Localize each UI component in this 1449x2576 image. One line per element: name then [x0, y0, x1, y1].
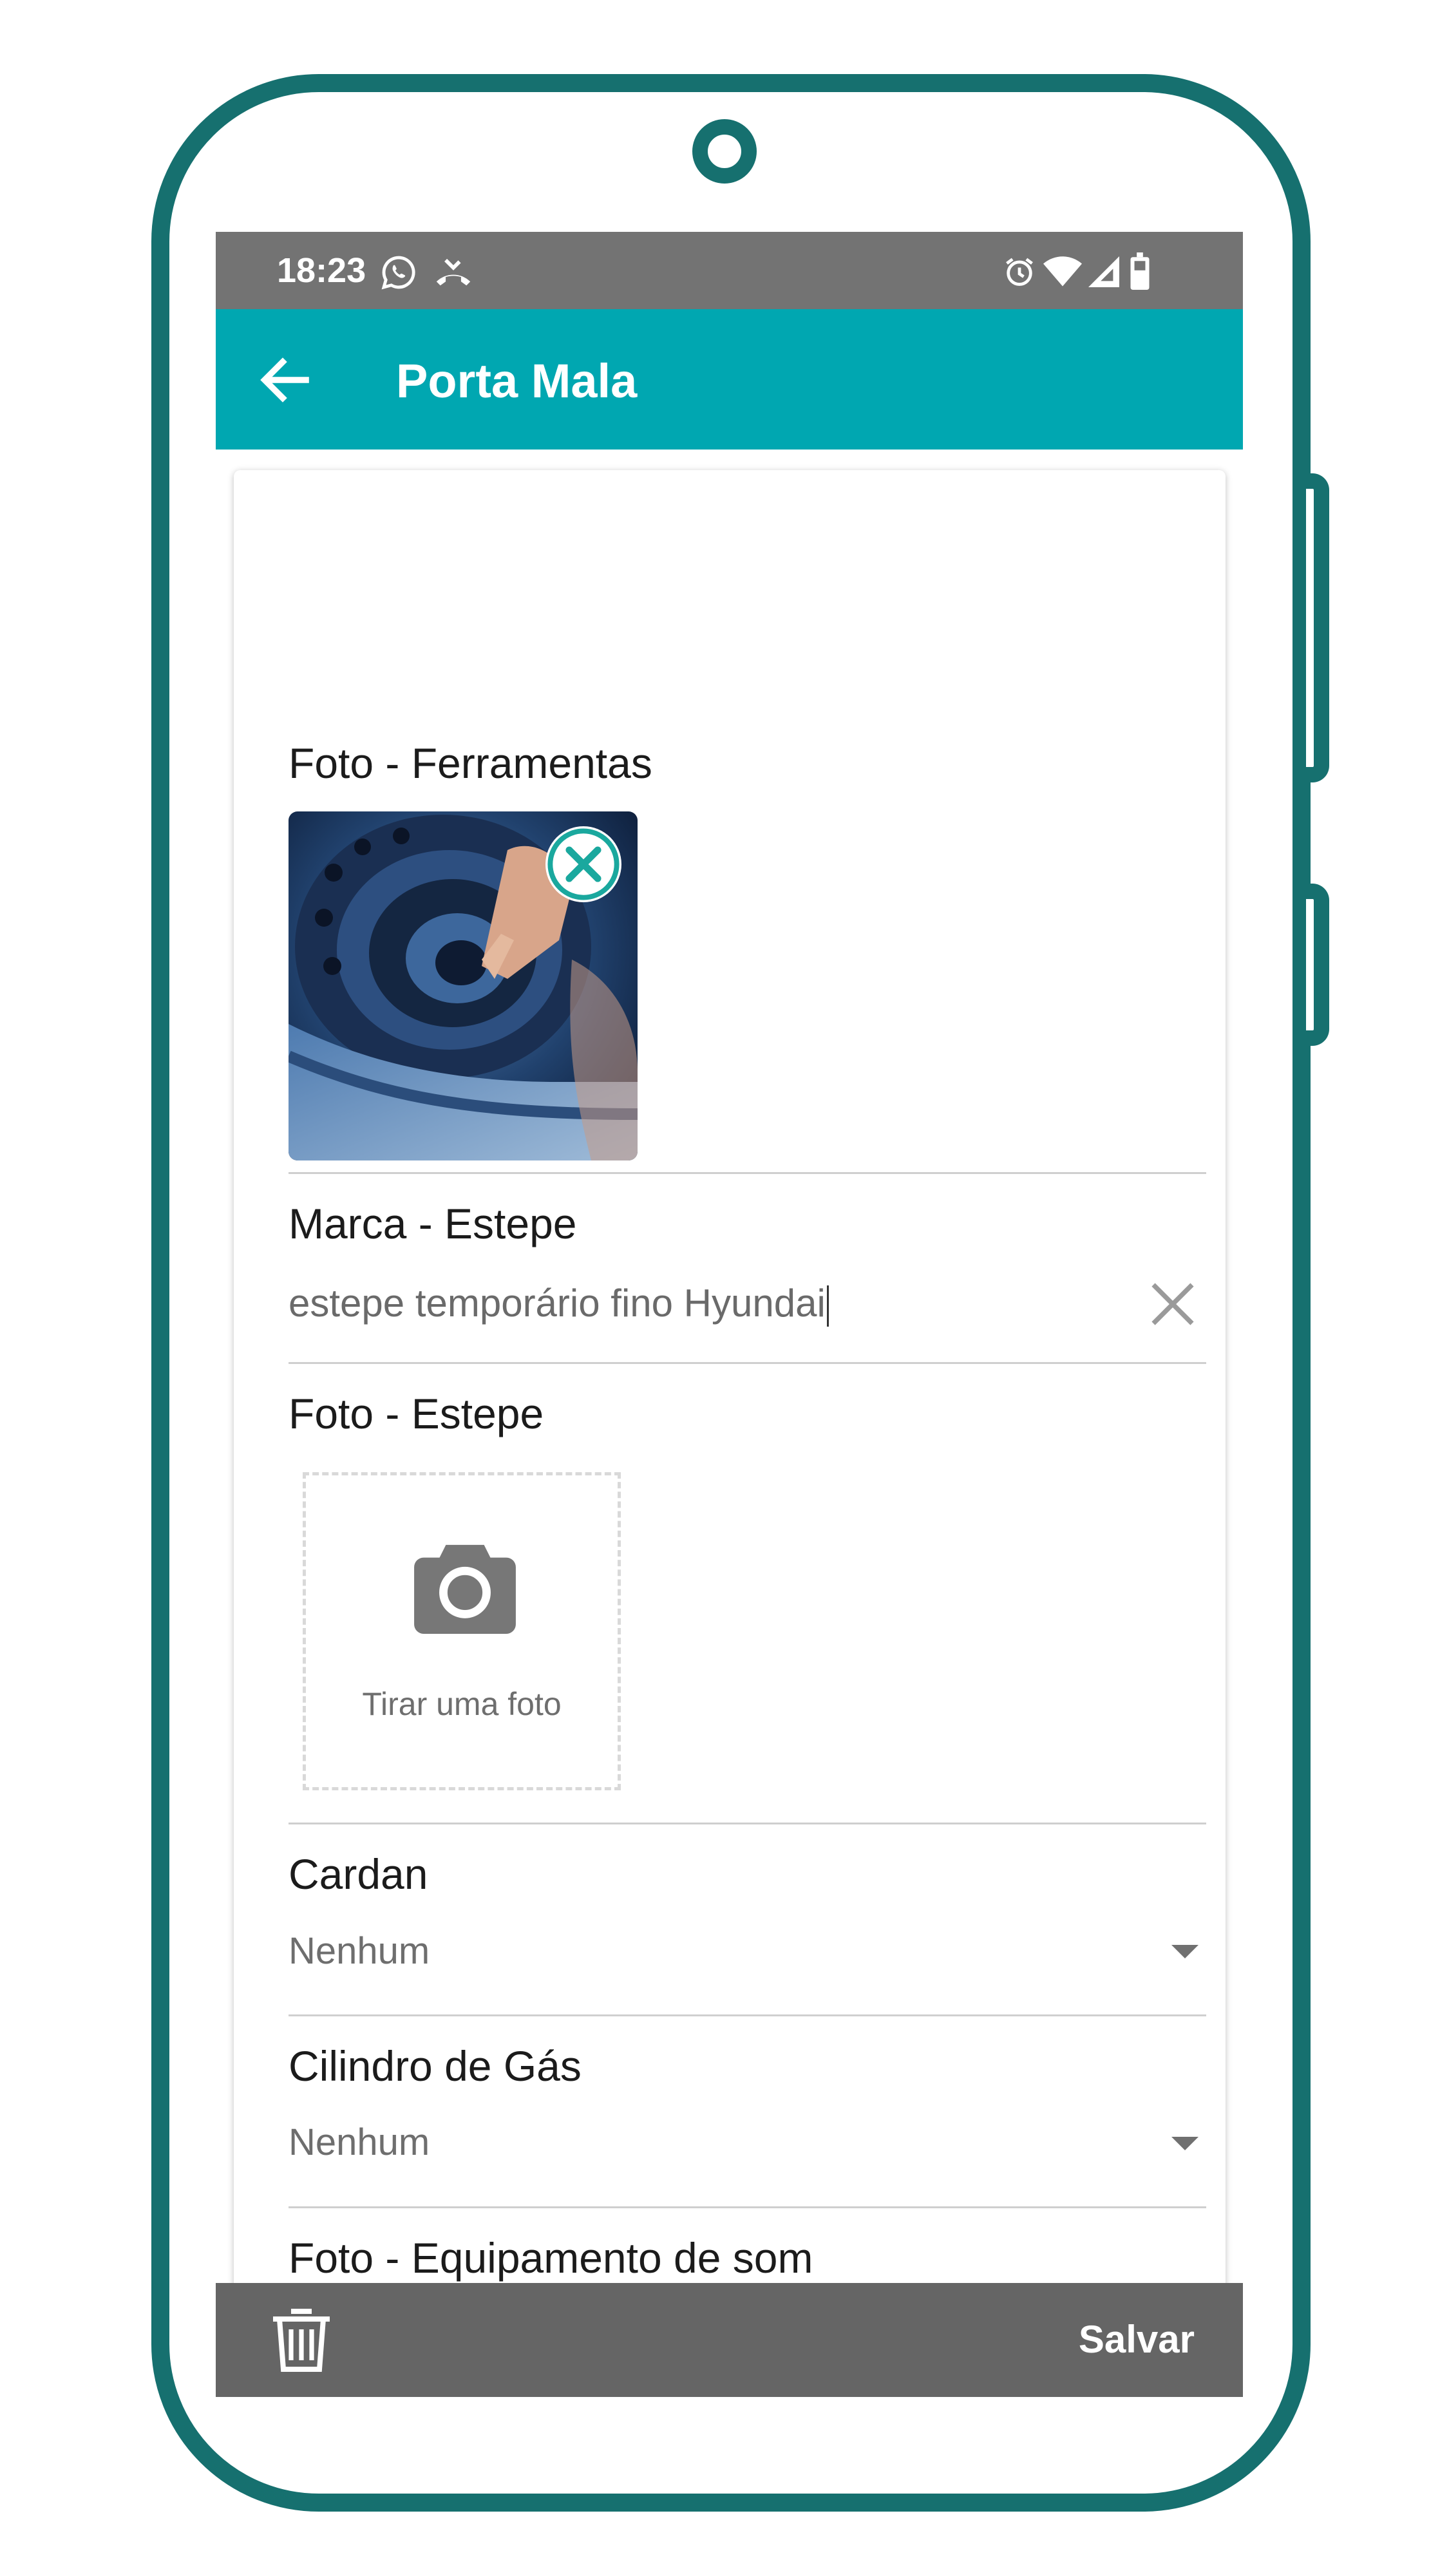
divider	[289, 2014, 1206, 2016]
gas-cylinder-label: Cilindro de Gás	[289, 2042, 582, 2090]
camera-icon	[414, 1544, 516, 1634]
spare-brand-value: estepe temporário fino Hyundai	[289, 1282, 826, 1325]
take-photo-label: Tirar uma foto	[362, 1686, 562, 1722]
chevron-down-icon[interactable]	[1171, 1945, 1198, 1958]
form-card: Foto - Ferramentas Marca - Estepe estepe…	[234, 470, 1226, 2397]
photo-spare-label: Foto - Estepe	[289, 1390, 544, 1437]
whatsapp-icon	[381, 256, 415, 290]
back-arrow-icon[interactable]	[254, 349, 316, 411]
divider	[289, 1362, 1206, 1364]
photo-tools-label: Foto - Ferramentas	[289, 739, 652, 787]
photo-sound-label: Foto - Equipamento de som	[289, 2234, 813, 2282]
cardan-select[interactable]: Nenhum	[289, 1929, 430, 1974]
missed-call-icon	[436, 258, 471, 286]
clear-icon[interactable]	[1147, 1278, 1198, 1330]
divider	[289, 1172, 1206, 1174]
divider	[289, 1823, 1206, 1824]
chevron-down-icon[interactable]	[1171, 2137, 1198, 2150]
app-bar: Porta Mala	[216, 309, 1243, 450]
power-button	[1306, 884, 1329, 1046]
cardan-label: Cardan	[289, 1850, 428, 1898]
gas-cylinder-select[interactable]: Nenhum	[289, 2120, 430, 2165]
text-caret	[826, 1285, 829, 1327]
status-bar: 18:23	[216, 232, 1243, 309]
volume-button	[1306, 473, 1329, 782]
signal-icon	[1088, 256, 1119, 287]
alarm-icon	[1006, 258, 1033, 286]
front-camera	[692, 119, 757, 184]
save-button[interactable]: Salvar	[1079, 2316, 1195, 2363]
bottom-action-bar: Salvar	[216, 2283, 1243, 2397]
take-photo-spare-button[interactable]: Tirar uma foto	[303, 1472, 621, 1790]
page-title: Porta Mala	[396, 354, 638, 408]
phone-screen: 18:23 Porta Mala Foto - Ferramentas Marc…	[216, 232, 1243, 2397]
spare-brand-input[interactable]: estepe temporário fino Hyundai	[289, 1280, 829, 1327]
trash-icon[interactable]	[270, 2304, 332, 2373]
wifi-icon	[1043, 256, 1082, 287]
divider	[289, 2206, 1206, 2208]
remove-photo-icon[interactable]	[545, 826, 621, 902]
spare-brand-label: Marca - Estepe	[289, 1200, 577, 1247]
status-time: 18:23	[277, 251, 366, 290]
battery-icon	[1130, 252, 1150, 290]
